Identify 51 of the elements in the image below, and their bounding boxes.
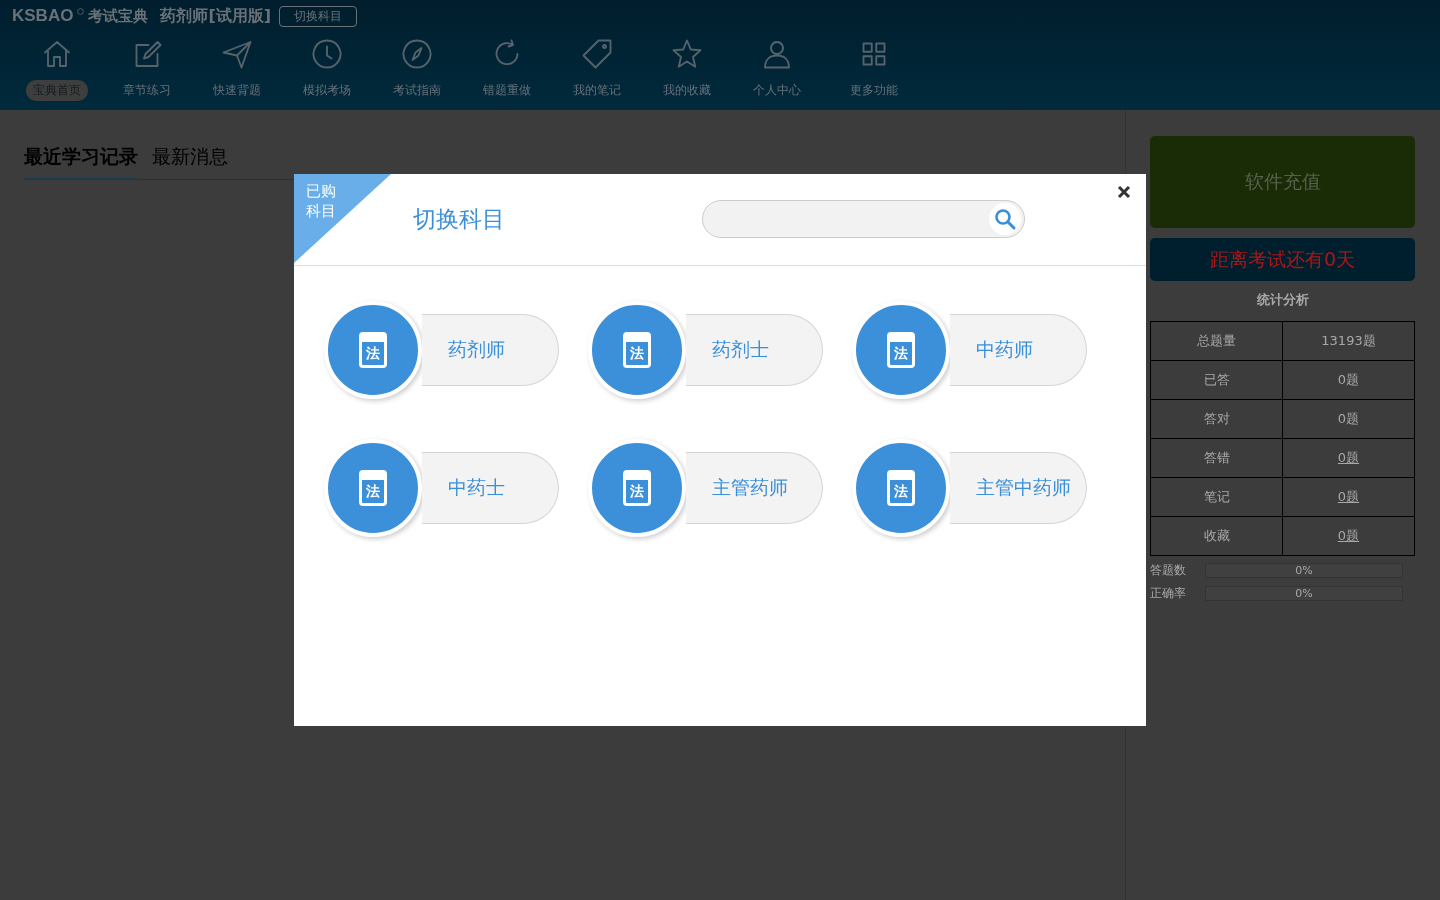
subject-button[interactable]: 中药士 [422, 452, 559, 524]
logo-subtitle: 考试宝典 [88, 6, 149, 26]
subject-button[interactable]: 主管中药师 [950, 452, 1087, 524]
search-icon[interactable] [989, 203, 1021, 235]
book-badge: 法 [359, 332, 387, 368]
nav-tab[interactable]: 错题重做 [476, 80, 538, 101]
book-badge: 法 [623, 470, 651, 506]
table-cell: 答错 [1150, 438, 1283, 478]
switch-subject-button[interactable]: 切换科目 [279, 5, 358, 27]
recharge-button[interactable]: 软件充值 [1150, 136, 1415, 228]
progress-reading: 0% [1295, 564, 1313, 577]
table-link[interactable]: 0题 [1282, 516, 1415, 556]
logo-text: KSBAO [12, 6, 74, 26]
nav-tab[interactable]: 模拟考场 [296, 80, 358, 101]
nav-tab[interactable]: 个人中心 [746, 80, 808, 101]
countdown-banner: 距离考试还有0天 [1150, 238, 1415, 281]
subject-button[interactable]: 中药师 [950, 314, 1087, 386]
nav-tab[interactable]: 章节练习 [116, 80, 178, 101]
purchased-tag: 已购科目 [306, 181, 336, 221]
subject-button[interactable]: 药剂士 [686, 314, 823, 386]
progress-label: 答题数 [1150, 562, 1187, 579]
book-badge: 法 [623, 332, 651, 368]
tab[interactable]: 最近学习记录 [24, 144, 138, 180]
dialog-title: 切换科目 [413, 205, 505, 234]
table-cell: 0题 [1282, 399, 1415, 439]
table-cell: 收藏 [1150, 516, 1283, 556]
table-link[interactable]: 0题 [1282, 438, 1415, 478]
table-link[interactable]: 0题 [1282, 477, 1415, 517]
book-badge: 法 [887, 470, 915, 506]
nav-tab[interactable]: 我的收藏 [656, 80, 718, 101]
nav-tab[interactable]: 快速背题 [206, 80, 268, 101]
stats-title: 统计分析 [1255, 291, 1310, 309]
tab[interactable]: 最新消息 [152, 144, 228, 179]
table-cell: 0题 [1282, 360, 1415, 400]
nav-tab[interactable]: 更多功能 [843, 80, 905, 101]
progress-label: 正确率 [1150, 585, 1187, 602]
book-badge: 法 [359, 470, 387, 506]
table-cell: 笔记 [1150, 477, 1283, 517]
subject-button[interactable]: 药剂师 [422, 314, 559, 386]
table-cell: 已答 [1150, 360, 1283, 400]
table-cell: 总题量 [1150, 321, 1283, 361]
close-icon[interactable] [1117, 185, 1131, 199]
progress-reading: 0% [1295, 587, 1313, 600]
table-cell: 13193题 [1282, 321, 1415, 361]
book-badge: 法 [887, 332, 915, 368]
table-cell: 答对 [1150, 399, 1283, 439]
nav-tab[interactable]: 考试指南 [386, 80, 448, 101]
product-title: 药剂师[试用版] [160, 5, 272, 27]
subject-button[interactable]: 主管药师 [686, 452, 823, 524]
search-field[interactable] [702, 200, 1025, 238]
nav-tab[interactable]: 我的笔记 [566, 80, 628, 101]
